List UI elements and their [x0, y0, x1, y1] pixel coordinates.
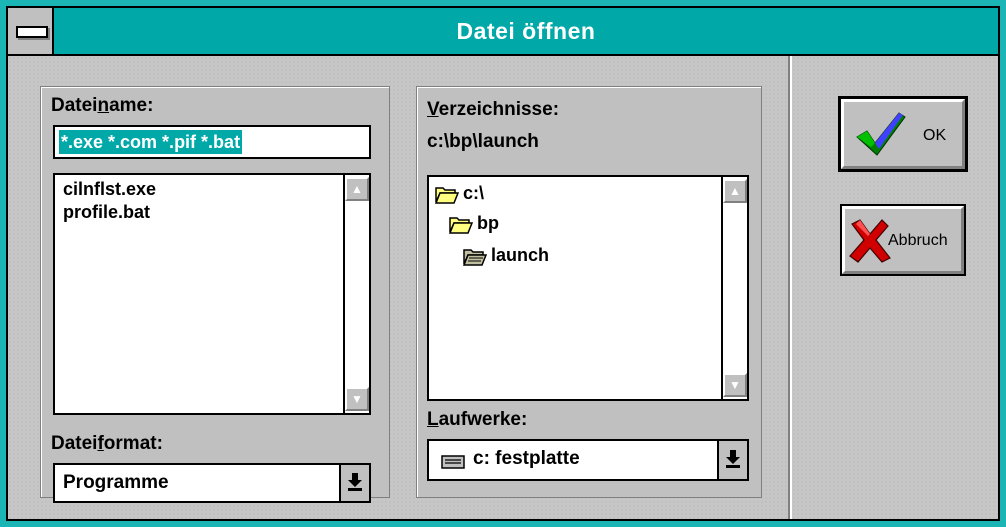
directory-tree-scrollbar[interactable]: ▲ ▼ [721, 177, 747, 399]
checkmark-icon [856, 112, 906, 156]
system-menu-button[interactable] [8, 8, 54, 54]
drive-value: c: festplatte [473, 448, 580, 469]
system-menu-icon [16, 26, 48, 38]
scroll-down-button[interactable]: ▼ [345, 387, 369, 411]
tree-item-label: launch [491, 245, 550, 265]
drives-label: Laufwerke: [427, 409, 527, 431]
tree-item-label: bp [477, 213, 499, 233]
filename-group: Dateiname: *.exe *.com *.pif *.bat cilnf… [40, 86, 390, 503]
folder-open-icon [435, 187, 459, 204]
filename-input-value: *.exe *.com *.pif *.bat [59, 130, 243, 154]
dropdown-arrow-icon[interactable] [717, 441, 747, 479]
cancel-button[interactable]: Abbruch [840, 204, 966, 276]
dialog-client-area: Dateiname: *.exe *.com *.pif *.bat cilnf… [8, 56, 998, 519]
scroll-up-button[interactable]: ▲ [723, 179, 747, 203]
current-path: c:\bp\launch [427, 131, 539, 152]
fileformat-label-part1: Datei [51, 433, 98, 454]
fileformat-select[interactable]: Programme [53, 463, 371, 503]
filename-label-accel: n [97, 95, 110, 116]
filename-label-part2: ame: [109, 95, 154, 116]
folder-open-icon [463, 249, 487, 266]
filename-input[interactable]: *.exe *.com *.pif *.bat [53, 125, 371, 159]
cancel-button-label: Abbruch [888, 232, 948, 249]
fileformat-label: Dateiformat: [51, 433, 163, 455]
fileformat-value: Programme [63, 472, 169, 493]
window-title: Datei öffnen [456, 18, 596, 44]
filename-label-part1: Datei [51, 95, 98, 116]
list-item[interactable]: profile.bat [63, 202, 150, 223]
hard-drive-icon [441, 455, 465, 469]
drives-label-part: aufwerke: [438, 409, 528, 430]
file-list-scrollbar[interactable]: ▲ ▼ [343, 175, 369, 413]
list-item[interactable]: cilnflst.exe [63, 179, 156, 200]
drive-select[interactable]: c: festplatte [427, 439, 749, 481]
drives-label-accel: L [427, 409, 439, 430]
tree-item-label: c:\ [463, 183, 485, 203]
title-bar[interactable]: Datei öffnen [8, 8, 998, 56]
fileformat-label-part2: ormat: [103, 433, 163, 454]
divider-highlight [790, 56, 792, 519]
dropdown-arrow-icon[interactable] [339, 465, 369, 501]
directories-label: Verzeichnisse: [427, 99, 559, 121]
scroll-down-button[interactable]: ▼ [723, 373, 747, 397]
directories-group: Verzeichnisse: c:\bp\launch c:\ bp launc… [416, 86, 762, 498]
filename-label: Dateiname: [51, 95, 153, 117]
dialog-window: Datei öffnen Dateiname: *.exe *.com *.pi… [0, 0, 1006, 527]
folder-open-icon [449, 217, 473, 234]
ok-button-label: OK [923, 127, 947, 144]
scroll-up-button[interactable]: ▲ [345, 177, 369, 201]
directory-tree[interactable]: c:\ bp launch ▲ ▼ [427, 175, 749, 401]
directories-label-accel: V [427, 99, 439, 120]
ok-button[interactable]: OK [838, 96, 968, 172]
x-icon [849, 219, 891, 263]
directories-label-part: erzeichnisse: [438, 99, 560, 120]
file-list[interactable]: cilnflst.exe profile.bat ▲ ▼ [53, 173, 371, 415]
